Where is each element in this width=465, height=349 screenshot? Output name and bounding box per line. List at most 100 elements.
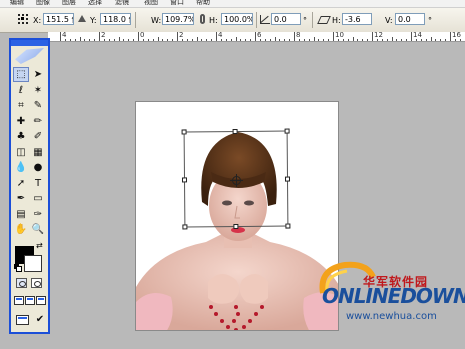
separator	[135, 12, 136, 28]
ruler-tick	[269, 39, 271, 41]
height-field[interactable]: 100.0%	[221, 13, 253, 25]
ruler-tick	[60, 32, 61, 41]
healing-brush-tool-icon[interactable]: ✚	[14, 115, 28, 128]
separator	[312, 12, 313, 28]
reference-point-locator[interactable]	[17, 13, 29, 25]
ruler-tick	[396, 39, 398, 41]
feather-logo-icon[interactable]	[15, 48, 44, 64]
eyedropper-tool-icon[interactable]: ✑	[31, 208, 45, 221]
ruler-tick	[167, 39, 169, 41]
horizontal-ruler: 4 2 0 2 4 6 8 10 12 14 16	[48, 32, 465, 42]
ruler-tick	[381, 39, 383, 41]
skew-v-field[interactable]: 0.0	[395, 13, 425, 25]
w-label: W:	[151, 16, 162, 25]
menu-filter[interactable]: 滤镜	[115, 0, 129, 7]
menu-view[interactable]: 视图	[144, 0, 158, 7]
slice-tool-icon[interactable]: ✎	[31, 99, 45, 112]
ruler-tick	[69, 39, 71, 41]
blur-tool-icon[interactable]: 💧	[14, 161, 28, 174]
full-screen-menu-mode-icon[interactable]	[25, 296, 35, 305]
background-color-swatch[interactable]	[24, 255, 42, 272]
gradient-tool-icon[interactable]: ▦	[31, 146, 45, 159]
checkmark-icon[interactable]: ✔	[33, 313, 47, 326]
menu-help[interactable]: 帮助	[196, 0, 210, 7]
shape-tool-icon[interactable]: ▭	[31, 192, 45, 205]
menu-window[interactable]: 窗口	[170, 0, 184, 7]
standard-mode-button[interactable]	[16, 278, 27, 288]
ruler-label: 6	[257, 32, 262, 39]
ruler-tick	[279, 39, 281, 41]
ruler-tick	[216, 32, 217, 41]
brush-tool-icon[interactable]: ✏	[31, 115, 45, 128]
ruler-tick	[459, 39, 461, 41]
move-tool-icon[interactable]: ➤	[31, 68, 45, 81]
degree-symbol: °	[303, 16, 307, 25]
history-brush-tool-icon[interactable]: ✐	[31, 130, 45, 143]
ruler-tick	[425, 39, 427, 41]
quick-mask-mode-button[interactable]	[31, 278, 42, 288]
width-field[interactable]: 109.7%	[162, 13, 194, 25]
menu-select[interactable]: 选择	[88, 0, 102, 7]
transform-handle-top-left[interactable]	[181, 129, 187, 135]
transform-handle-bottom[interactable]	[233, 223, 239, 230]
toolbox: ⇄ ✔ ⬚ ➤ ℓ ✶ ⌗ ✎ ✚ ✏ ♣ ✐ ◫ ▦ 💧 ● ➚ T ✒ ▭ ▤ ✑ ✋ 🔍	[9, 38, 50, 334]
transform-handle-top-right[interactable]	[284, 128, 290, 134]
ruler-tick	[206, 39, 208, 41]
ruler-tick	[211, 39, 213, 41]
h-label: H:	[209, 16, 218, 25]
full-screen-mode-icon[interactable]	[36, 296, 46, 305]
ruler-label: 0	[140, 32, 145, 39]
clone-stamp-tool-icon[interactable]: ♣	[14, 130, 28, 143]
lasso-tool-icon[interactable]: ℓ	[14, 84, 28, 97]
default-colors-icon[interactable]	[14, 264, 22, 272]
type-tool-icon[interactable]: T	[31, 177, 45, 190]
jump-to-imageready-icon[interactable]	[16, 315, 29, 325]
zoom-tool-icon[interactable]: 🔍	[31, 223, 45, 236]
menu-edit[interactable]: 编辑	[10, 0, 24, 7]
eraser-tool-icon[interactable]: ◫	[14, 146, 28, 159]
toolbox-title-bar[interactable]	[11, 40, 48, 46]
ruler-label: 2	[101, 32, 106, 39]
skew-h-field[interactable]: -3.6	[342, 13, 372, 25]
transform-handle-left[interactable]	[181, 177, 188, 183]
transform-center-point[interactable]	[231, 175, 242, 186]
transform-handle-bottom-left[interactable]	[182, 224, 188, 230]
menu-layer[interactable]: 图层	[62, 0, 76, 7]
notes-tool-icon[interactable]: ▤	[14, 208, 28, 221]
menu-bar: 编辑 图像 图层 选择 滤镜 视图 窗口 帮助	[0, 0, 465, 8]
hand-tool-icon[interactable]: ✋	[14, 223, 28, 236]
menu-image[interactable]: 图像	[36, 0, 50, 7]
y-field[interactable]: 118.0 像	[100, 13, 131, 25]
ruler-tick	[118, 37, 120, 41]
x-field[interactable]: 151.5 像	[43, 13, 74, 25]
separator	[256, 12, 257, 28]
rotate-field[interactable]: 0.0	[271, 13, 301, 25]
swap-colors-icon[interactable]: ⇄	[36, 241, 43, 250]
ruler-label: 8	[296, 32, 301, 39]
ruler-tick	[406, 39, 408, 41]
crop-tool-icon[interactable]: ⌗	[14, 99, 28, 112]
ruler-tick	[89, 39, 91, 41]
transform-handle-bottom-right[interactable]	[285, 223, 291, 229]
ruler-tick	[103, 39, 105, 41]
dodge-tool-icon[interactable]: ●	[31, 161, 45, 174]
pen-tool-icon[interactable]: ✒	[14, 192, 28, 205]
ruler-tick	[128, 39, 130, 41]
marquee-tool-icon[interactable]: ⬚	[13, 67, 29, 82]
link-icon[interactable]	[200, 14, 205, 24]
ruler-tick	[162, 39, 164, 41]
ruler-tick	[79, 37, 81, 41]
transform-handle-top[interactable]	[232, 128, 238, 135]
skew-v-label: V:	[385, 16, 393, 25]
magic-wand-tool-icon[interactable]: ✶	[31, 84, 45, 97]
rotate-icon	[260, 15, 270, 24]
standard-screen-mode-icon[interactable]	[14, 296, 24, 305]
ruler-tick	[430, 37, 432, 41]
transform-handle-right[interactable]	[284, 176, 291, 182]
path-selection-tool-icon[interactable]: ➚	[14, 177, 28, 190]
ruler-tick	[196, 37, 198, 41]
free-transform-bounding-box[interactable]	[181, 128, 291, 230]
ruler-tick	[386, 39, 388, 41]
relative-positioning-icon[interactable]	[78, 15, 86, 22]
ruler-tick	[440, 39, 442, 41]
